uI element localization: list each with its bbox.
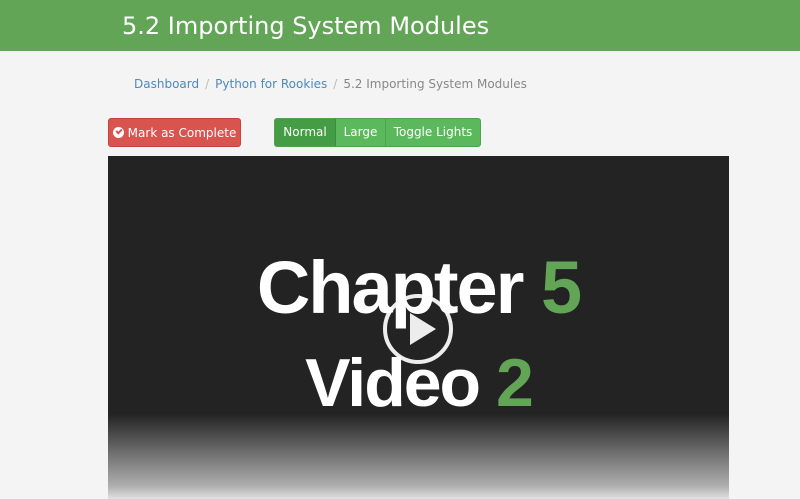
breadcrumb-current: 5.2 Importing System Modules [343,77,527,91]
large-size-button[interactable]: Large [336,119,386,146]
breadcrumb: Dashboard / Python for Rookies / 5.2 Importi… [134,76,527,92]
view-size-controls: Normal Large Toggle Lights [274,118,481,147]
breadcrumb-separator: / [205,77,210,91]
breadcrumb-course-link[interactable]: Python for Rookies [215,77,327,91]
video-player[interactable]: Chapter 5 Video 2 [108,156,729,499]
video-number: 2 [496,345,534,421]
mark-complete-button[interactable]: Mark as Complete [108,118,241,147]
mark-complete-label: Mark as Complete [127,126,237,140]
chapter-number: 5 [541,246,582,329]
page-title: 5.2 Importing System Modules [122,12,490,40]
video-label: Video [305,345,481,421]
toggle-lights-button[interactable]: Toggle Lights [386,119,480,146]
breadcrumb-separator: / [333,77,338,91]
breadcrumb-dashboard-link[interactable]: Dashboard [134,77,199,91]
normal-size-button[interactable]: Normal [275,119,336,146]
play-icon[interactable] [383,294,453,364]
check-circle-icon [112,127,124,138]
top-header: 5.2 Importing System Modules [0,0,800,51]
video-bottom-fade [108,414,729,499]
